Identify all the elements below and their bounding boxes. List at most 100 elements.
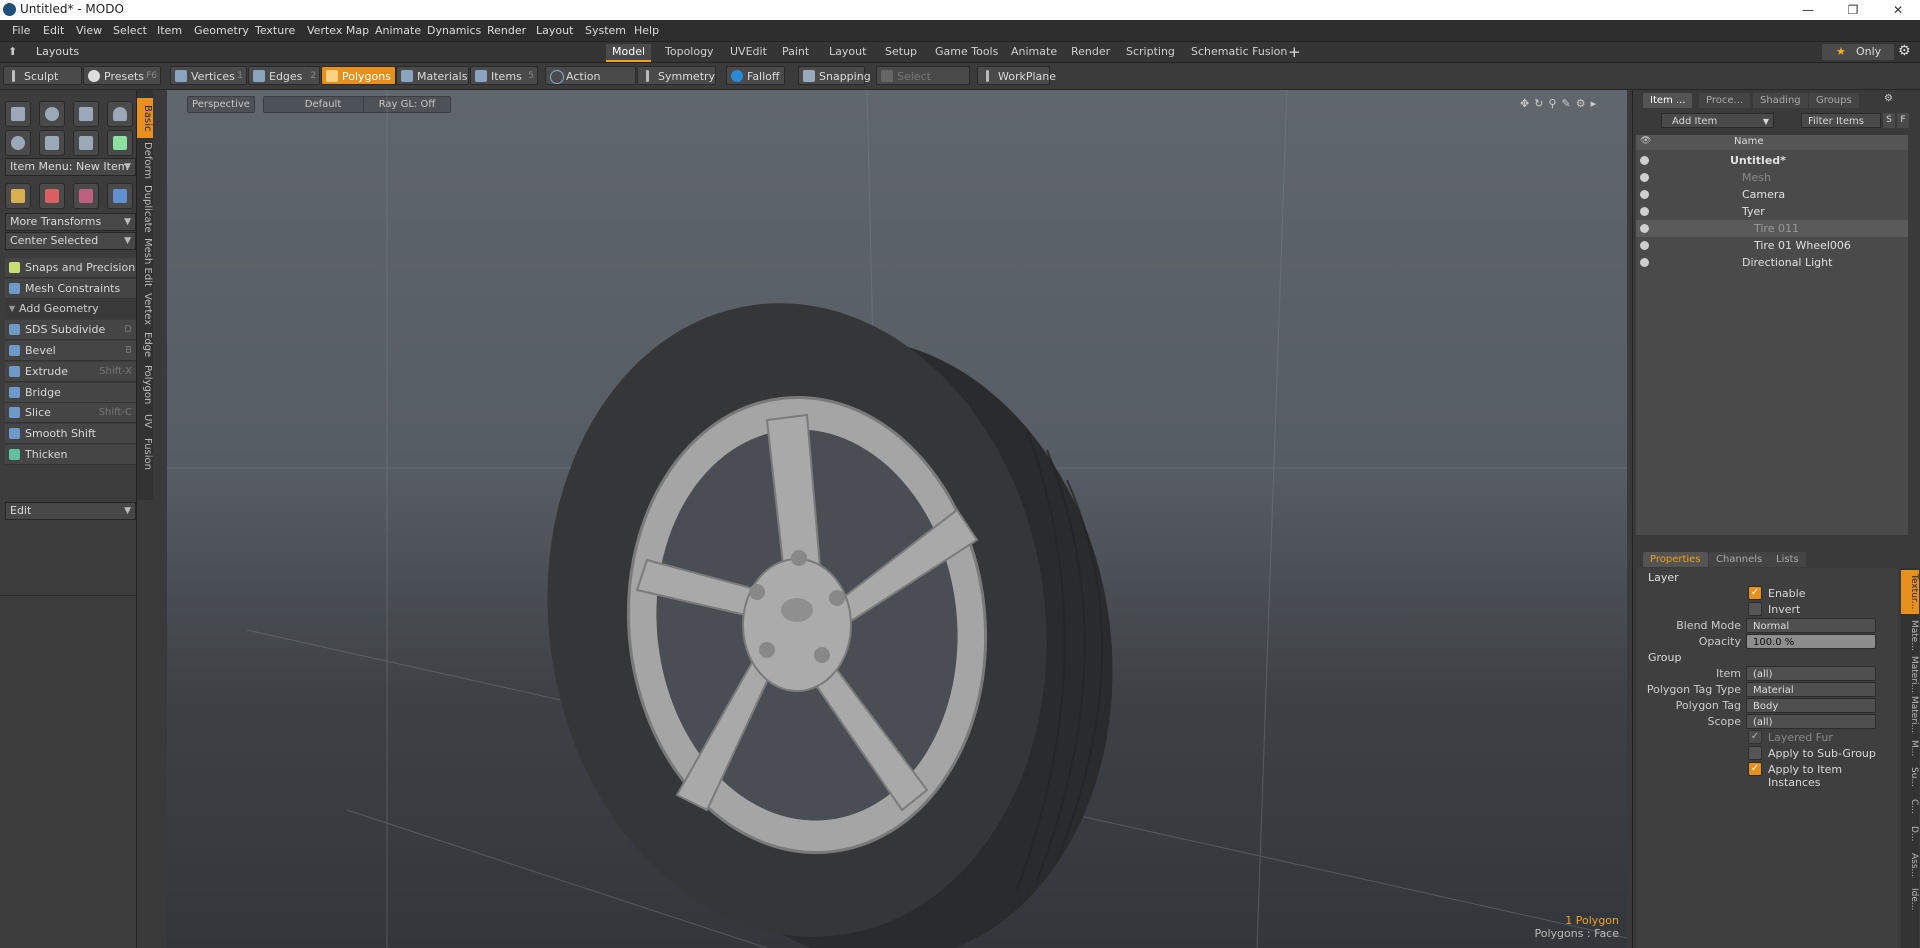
collapse-icon[interactable]: ⬆: [8, 45, 17, 58]
text-tool-icon[interactable]: [107, 130, 133, 156]
tab-animate[interactable]: Animate: [1005, 44, 1063, 60]
materials-button[interactable]: Materials: [396, 66, 469, 85]
smooth-shift-button[interactable]: Smooth Shift: [5, 424, 136, 444]
minimize-button[interactable]: —: [1788, 0, 1828, 20]
tab-uv[interactable]: UV: [137, 410, 153, 432]
transform-tool-icon[interactable]: [107, 183, 133, 209]
menu-file[interactable]: File: [12, 24, 30, 37]
tab-setup[interactable]: Setup: [879, 44, 923, 60]
extrude-button[interactable]: Extrude Shift-X: [5, 362, 136, 382]
tab-fusion[interactable]: Fusion: [137, 434, 153, 474]
sculpt-button[interactable]: Sculpt: [3, 66, 82, 85]
list-item[interactable]: Camera: [1636, 186, 1908, 203]
falloff-button[interactable]: Falloff: [726, 66, 785, 85]
menu-select[interactable]: Select: [113, 24, 147, 37]
tab-model[interactable]: Model: [606, 44, 652, 62]
scale-tool-icon[interactable]: [73, 183, 99, 209]
sds-subdivide-button[interactable]: SDS Subdivide D: [5, 320, 136, 340]
enable-checkbox[interactable]: ✓: [1748, 586, 1762, 600]
symmetry-button[interactable]: Symmetry: [637, 66, 716, 85]
list-item[interactable]: Untitled*: [1636, 152, 1908, 169]
action-center-button[interactable]: Action Center: [545, 66, 636, 102]
curve-tool-icon[interactable]: [39, 130, 65, 156]
snapping-button[interactable]: Snapping: [798, 66, 871, 85]
tab-layout[interactable]: Layout: [823, 44, 872, 60]
tab-paint[interactable]: Paint: [776, 44, 815, 60]
apply-subgroup-checkbox[interactable]: [1748, 746, 1762, 760]
tab-texture[interactable]: Textur...: [1901, 570, 1919, 614]
menu-render[interactable]: Render: [487, 24, 526, 37]
tab-uvedit[interactable]: UVEdit: [724, 44, 773, 60]
edges-button[interactable]: Edges 2: [248, 66, 320, 85]
tab-mesh-edit[interactable]: Mesh Edit: [137, 236, 153, 288]
filter-s-button[interactable]: S: [1883, 113, 1895, 128]
tab-polygon[interactable]: Polygon: [137, 362, 153, 408]
sphere-tool-icon[interactable]: [39, 101, 65, 127]
menu-edit[interactable]: Edit: [43, 24, 64, 37]
tab-su[interactable]: Su...: [1901, 764, 1919, 790]
list-item[interactable]: Directional Light: [1636, 254, 1908, 271]
list-item[interactable]: Tyer: [1636, 203, 1908, 220]
pen-tool-icon[interactable]: [73, 130, 99, 156]
add-geometry-header[interactable]: ▼ Add Geometry: [5, 300, 136, 318]
tab-d[interactable]: D...: [1901, 822, 1919, 846]
panel-options-icon[interactable]: ⚙: [1884, 93, 1893, 104]
tab-groups[interactable]: Groups: [1809, 93, 1859, 108]
tab-material-2[interactable]: Materi...: [1901, 696, 1919, 733]
gear-icon[interactable]: ⚙: [1898, 43, 1911, 59]
bridge-button[interactable]: Bridge: [5, 383, 136, 403]
eye-icon[interactable]: [1640, 241, 1649, 250]
scope-dropdown[interactable]: (all): [1746, 714, 1876, 729]
presets-button[interactable]: Presets F6: [83, 66, 161, 85]
slice-button[interactable]: Slice Shift-C: [5, 403, 136, 423]
cylinder-tool-icon[interactable]: [73, 101, 99, 127]
eye-icon[interactable]: [1640, 258, 1649, 267]
tab-deform[interactable]: Deform: [137, 140, 153, 182]
only-button[interactable]: ★ Only: [1822, 44, 1894, 60]
add-item-dropdown[interactable]: Add Item ▼: [1661, 113, 1774, 128]
select-through-button[interactable]: Select Through: [876, 66, 970, 102]
filter-items-input[interactable]: Filter Items: [1801, 113, 1881, 128]
cone-tool-icon[interactable]: [107, 101, 133, 127]
close-button[interactable]: ✕: [1878, 0, 1918, 20]
eye-icon[interactable]: [1640, 224, 1649, 233]
rotate-tool-icon[interactable]: [39, 183, 65, 209]
eye-icon[interactable]: [1640, 207, 1649, 216]
item-menu-dropdown[interactable]: Item Menu: New Item ▼: [5, 158, 136, 176]
tab-lists[interactable]: Lists: [1769, 552, 1806, 567]
polygon-tag-dropdown[interactable]: Body: [1746, 698, 1876, 713]
tab-material-1[interactable]: Materi...: [1901, 656, 1919, 693]
tab-mate[interactable]: Mate...: [1901, 618, 1919, 652]
tab-properties[interactable]: Properties: [1643, 552, 1708, 567]
menu-vertex-map[interactable]: Vertex Map: [307, 24, 369, 37]
layered-fur-checkbox[interactable]: ✓: [1748, 730, 1762, 744]
3d-viewport[interactable]: Perspective Default Ray GL: Off ✥↻⚲✎⚙▸ 1…: [167, 90, 1627, 948]
tab-topology[interactable]: Topology: [659, 44, 720, 60]
item-dropdown[interactable]: (all): [1746, 666, 1876, 681]
menu-item[interactable]: Item: [157, 24, 182, 37]
bevel-button[interactable]: Bevel B: [5, 341, 136, 361]
tab-shading[interactable]: Shading: [1753, 93, 1808, 108]
restore-button[interactable]: ❐: [1833, 0, 1873, 20]
tab-c[interactable]: C...: [1901, 794, 1919, 818]
layouts-label[interactable]: Layouts: [36, 45, 79, 58]
tab-game-tools[interactable]: Game Tools: [929, 44, 1004, 60]
edit-dropdown[interactable]: Edit ▼: [5, 502, 136, 520]
tab-item-list[interactable]: Item ...: [1643, 93, 1693, 108]
menu-layout[interactable]: Layout: [536, 24, 573, 37]
more-transforms-dropdown[interactable]: More Transforms ▼: [5, 213, 136, 231]
tab-schematic-fusion[interactable]: Schematic Fusion: [1185, 44, 1293, 60]
eye-icon[interactable]: [1640, 156, 1649, 165]
workplane-button[interactable]: WorkPlane: [977, 66, 1056, 85]
tab-duplicate[interactable]: Duplicate: [137, 184, 153, 234]
filter-f-button[interactable]: F: [1897, 113, 1909, 128]
menu-animate[interactable]: Animate: [375, 24, 421, 37]
tab-scripting[interactable]: Scripting: [1120, 44, 1181, 60]
invert-checkbox[interactable]: [1748, 602, 1762, 616]
vertices-button[interactable]: Vertices 1: [170, 66, 247, 85]
items-button[interactable]: Items 5: [470, 66, 538, 85]
name-column-header[interactable]: Name: [1734, 136, 1764, 147]
polygon-tag-type-dropdown[interactable]: Material: [1746, 682, 1876, 697]
move-tool-icon[interactable]: [5, 183, 31, 209]
list-item[interactable]: Mesh: [1636, 169, 1908, 186]
